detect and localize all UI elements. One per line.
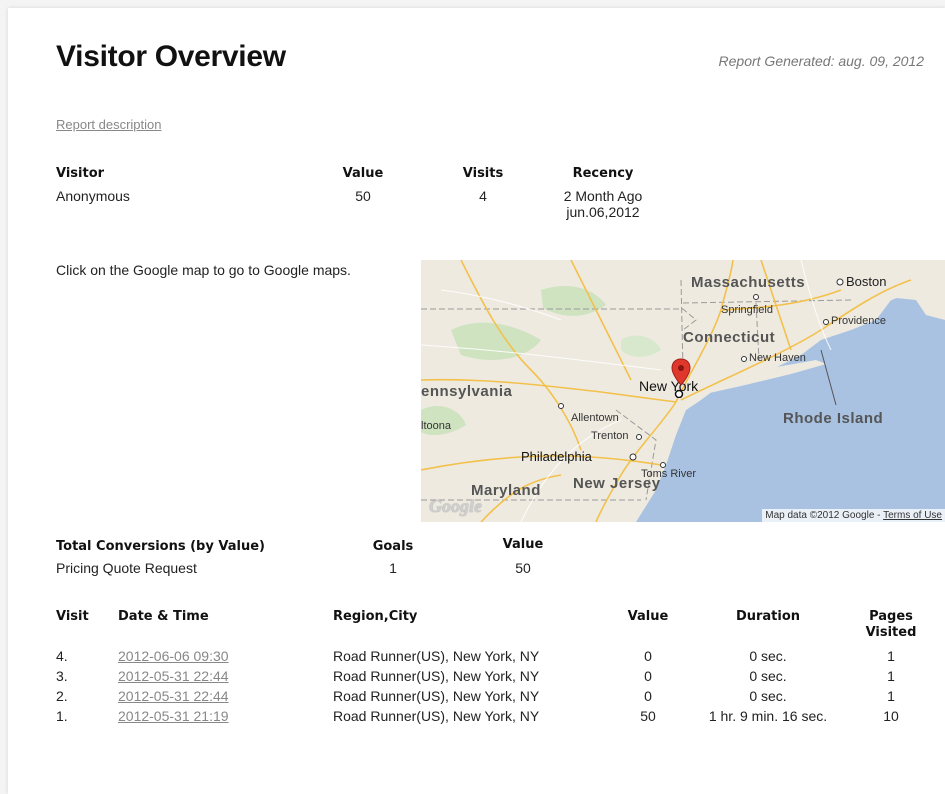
map-label-altoona: ltoona: [421, 420, 451, 432]
table-row-datetime-link[interactable]: 2012-05-31 22:44: [118, 668, 229, 684]
recency-relative: 2 Month Ago: [563, 188, 643, 204]
map-label-philadelphia: Philadelphia: [521, 449, 592, 464]
springfield-dot: [753, 294, 759, 300]
visitor-value: 50: [355, 188, 371, 204]
table-row-duration: 1 hr. 9 min. 16 sec.: [708, 708, 828, 724]
page-title: Visitor Overview: [56, 40, 286, 73]
location-marker-icon[interactable]: [670, 358, 692, 398]
goals-header: Goals: [372, 539, 414, 554]
table-row-value: 0: [644, 688, 652, 704]
ma-coast: [851, 260, 945, 320]
report-generated-date: Report Generated: aug. 09, 2012: [718, 53, 924, 69]
conversion-goals: 1: [389, 560, 397, 576]
map-label-trenton: Trenton: [591, 430, 629, 442]
table-row-duration: 0 sec.: [749, 648, 787, 664]
table-row-region: Road Runner(US), New York, NY: [333, 708, 540, 724]
recency-date: jun.06,2012: [566, 204, 640, 220]
map-label-massachusetts: Massachusetts: [691, 274, 806, 291]
table-row-region: Road Runner(US), New York, NY: [333, 648, 540, 664]
conversions-header: Total Conversions (by Value): [56, 539, 265, 554]
map-label-connecticut: Connecticut: [683, 329, 776, 346]
visitor-header: Visitor: [56, 166, 105, 181]
recency-header: Recency: [572, 166, 634, 181]
table-row-pages: 1: [887, 668, 895, 684]
philadelphia-dot: [629, 453, 637, 461]
visitor-recency: 2 Month Ago jun.06,2012: [543, 188, 663, 220]
visits-header: Visits: [462, 166, 504, 181]
map-label-springfield: Springfield: [721, 304, 773, 316]
table-row-duration: 0 sec.: [749, 668, 787, 684]
region-column-header: Region,City: [333, 609, 418, 624]
table-row-datetime-link[interactable]: 2012-06-06 09:30: [118, 648, 229, 664]
table-row-duration: 0 sec.: [749, 688, 787, 704]
table-row-pages: 10: [883, 708, 899, 724]
report-description-link[interactable]: Report description: [56, 117, 162, 132]
value-header: Value: [342, 166, 384, 181]
visitor-name: Anonymous: [56, 188, 130, 204]
value-column-header: Value: [627, 609, 669, 624]
table-row-region: Road Runner(US), New York, NY: [333, 688, 540, 704]
map-label-allentown: Allentown: [571, 412, 619, 424]
map-instruction: Click on the Google map to go to Google …: [56, 262, 351, 278]
table-row-datetime-link[interactable]: 2012-05-31 22:44: [118, 688, 229, 704]
table-row-visit-number: 1.: [56, 708, 68, 724]
allentown-dot: [558, 403, 564, 409]
new-haven-dot: [741, 356, 747, 362]
map-label-rhode-island: Rhode Island: [783, 410, 884, 427]
table-row-value: 0: [644, 668, 652, 684]
pages-visited-column-header: Pages Visited: [856, 609, 926, 641]
table-row-pages: 1: [887, 688, 895, 704]
pages-header-line1: Pages: [869, 609, 913, 624]
trenton-dot: [636, 434, 642, 440]
conversion-name: Pricing Quote Request: [56, 560, 197, 576]
providence-dot: [823, 319, 829, 325]
toms-river-dot: [660, 462, 666, 468]
table-row-value: 0: [644, 648, 652, 664]
google-map[interactable]: Massachusetts Boston Springfield Provide…: [421, 260, 945, 522]
conversion-value-header: Value: [502, 537, 544, 552]
visit-column-header: Visit: [56, 609, 89, 624]
pages-header-line2: Visited: [865, 625, 917, 640]
table-row-visit-number: 2.: [56, 688, 68, 704]
conversion-value: 50: [515, 560, 531, 576]
google-logo: Google: [429, 496, 482, 516]
table-row-pages: 1: [887, 648, 895, 664]
map-label-new-haven: New Haven: [749, 352, 806, 364]
map-label-new-jersey: New Jersey: [573, 475, 661, 492]
map-attribution-text: Map data ©2012 Google -: [765, 510, 884, 521]
duration-column-header: Duration: [735, 609, 801, 624]
report-page: Visitor Overview Report Generated: aug. …: [8, 8, 945, 794]
datetime-column-header: Date & Time: [118, 609, 209, 624]
table-row-region: Road Runner(US), New York, NY: [333, 668, 540, 684]
table-row-value: 50: [640, 708, 656, 724]
table-row-datetime-link[interactable]: 2012-05-31 21:19: [118, 708, 229, 724]
map-label-providence: Providence: [831, 315, 887, 327]
table-row-visit-number: 4.: [56, 648, 68, 664]
boston-dot: [836, 278, 844, 286]
visitor-visits: 4: [479, 188, 487, 204]
terms-of-use-link[interactable]: Terms of Use: [883, 510, 942, 521]
map-label-boston: Boston: [846, 274, 887, 289]
table-row-visit-number: 3.: [56, 668, 68, 684]
map-label-pennsylvania: ennsylvania: [421, 383, 513, 400]
map-attribution: Map data ©2012 Google - Terms of Use: [762, 509, 945, 522]
